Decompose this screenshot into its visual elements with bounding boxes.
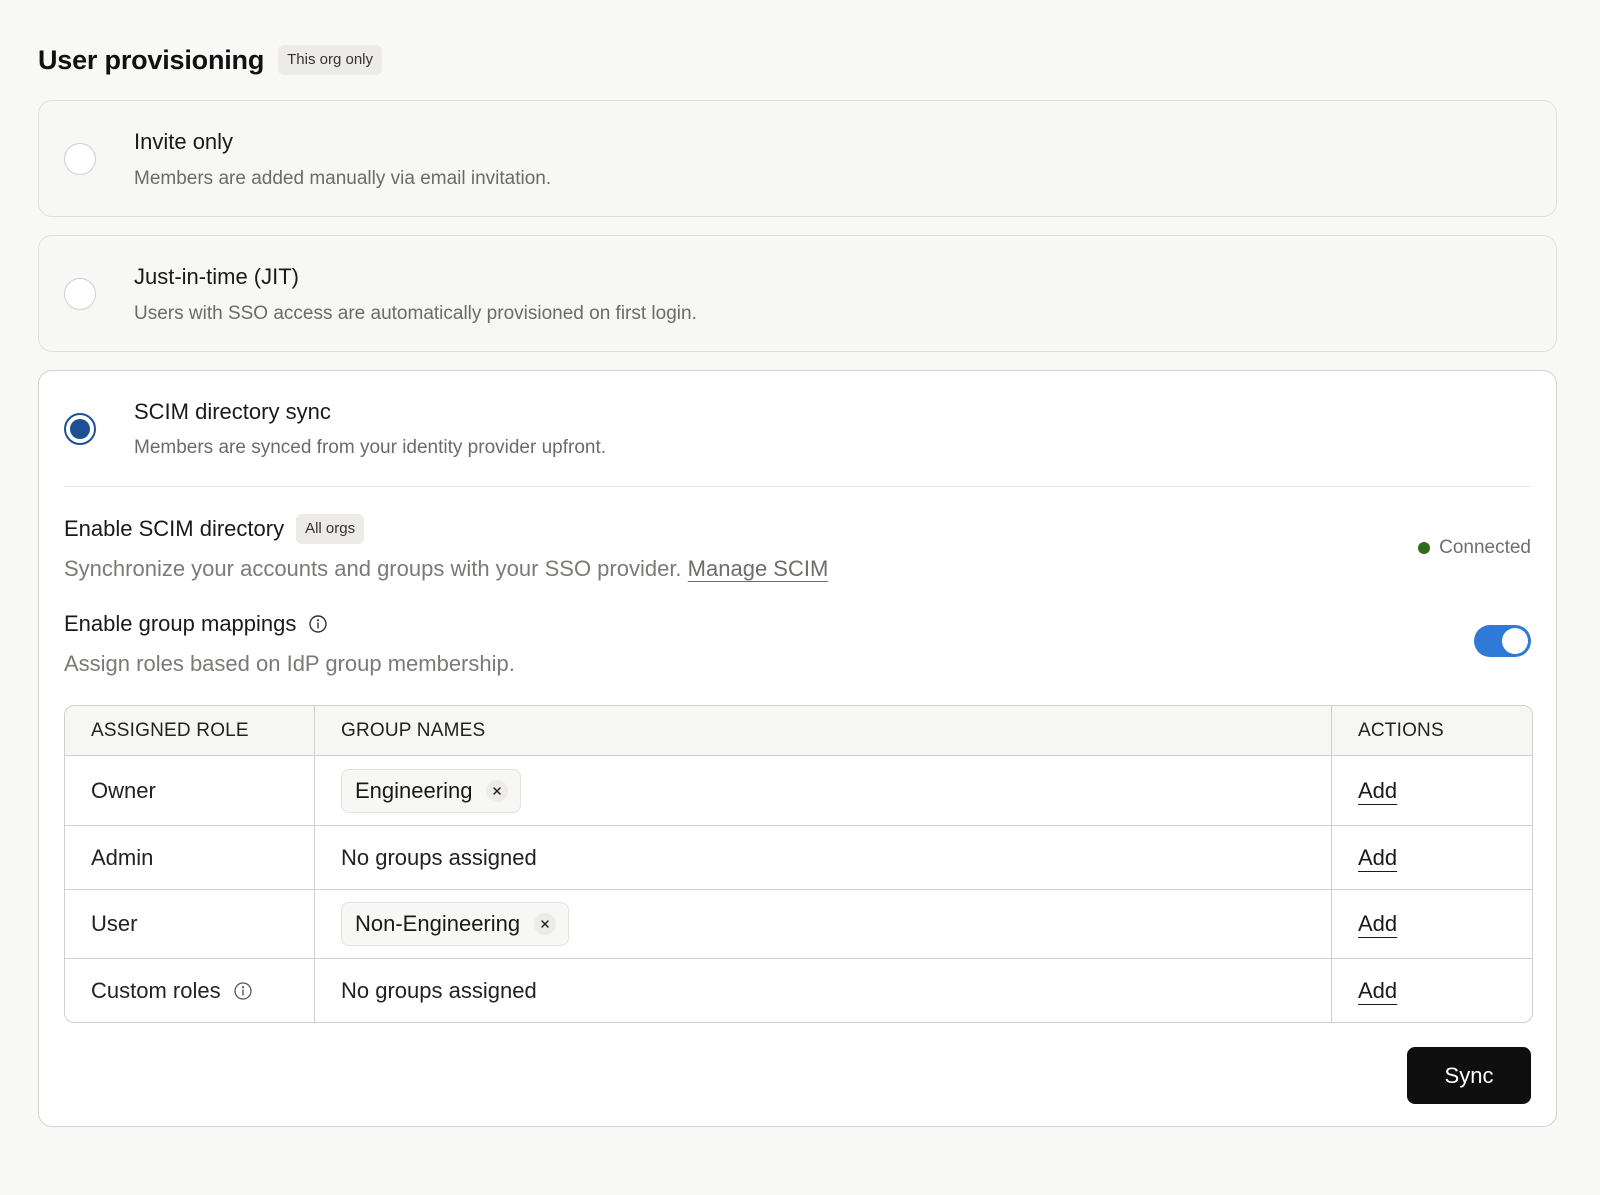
option-description: Users with SSO access are automatically … (134, 303, 697, 324)
manage-scim-link[interactable]: Manage SCIM (688, 556, 829, 581)
radio-invite-only[interactable] (64, 143, 96, 175)
header-group-names: GROUP NAMES (314, 706, 1331, 756)
groups-cell: No groups assigned (314, 826, 1331, 890)
role-label: Custom roles (91, 977, 221, 1003)
option-title: Just-in-time (JIT) (134, 264, 299, 289)
groups-cell: Non-Engineering (314, 890, 1331, 959)
option-jit[interactable]: Just-in-time (JIT) Users with SSO access… (38, 235, 1557, 352)
info-icon[interactable] (308, 614, 328, 634)
add-group-link[interactable]: Add (1358, 778, 1397, 803)
divider (64, 486, 1531, 487)
scim-description-row: Synchronize your accounts and groups wit… (64, 556, 828, 582)
status-dot (1418, 542, 1431, 554)
close-icon[interactable] (534, 913, 557, 935)
table-row: Admin No groups assigned Add (65, 826, 1532, 890)
group-mappings-description: Assign roles based on IdP group membersh… (64, 651, 515, 676)
status-text: Connected (1439, 537, 1531, 558)
role-label-with-info: Custom roles (91, 978, 253, 1004)
option-title: Invite only (134, 129, 234, 154)
actions-cell: Add (1331, 890, 1532, 959)
group-chip-label: Non-Engineering (355, 911, 521, 936)
role-mappings-table: ASSIGNED ROLE GROUP NAMES ACTIONS Owner … (64, 705, 1533, 1023)
sync-button[interactable]: Sync (1407, 1047, 1531, 1104)
table-row: Owner Engineering Add (65, 756, 1532, 826)
option-scim[interactable]: SCIM directory sync Members are synced f… (38, 370, 1557, 1127)
connection-status: Connected (1418, 537, 1531, 559)
info-icon[interactable] (233, 981, 253, 1001)
groups-cell: No groups assigned (314, 959, 1331, 1022)
option-description: Members are synced from your identity pr… (134, 437, 607, 458)
groups-cell: Engineering (314, 756, 1331, 826)
scim-title: Enable SCIM directory (64, 516, 285, 541)
group-chip: Engineering (341, 768, 522, 813)
group-chip-label: Engineering (355, 777, 473, 803)
scim-section-title: Enable SCIM directory All orgs (64, 514, 365, 544)
group-mappings-title-row: Enable group mappings (64, 611, 328, 637)
page-header: User provisioning This org only (38, 40, 383, 80)
role-cell: Admin (65, 826, 314, 890)
role-cell: User (65, 890, 314, 959)
actions-cell: Add (1331, 959, 1532, 1022)
page-title: User provisioning (38, 44, 265, 75)
actions-cell: Add (1331, 826, 1532, 890)
role-cell: Owner (65, 756, 314, 826)
role-cell: Custom roles (65, 959, 314, 1022)
group-mappings-title: Enable group mappings (64, 611, 297, 636)
header-actions: ACTIONS (1331, 706, 1532, 756)
option-title: SCIM directory sync (134, 399, 331, 424)
page: User provisioning This org only Invite o… (0, 0, 1600, 1195)
option-invite-only[interactable]: Invite only Members are added manually v… (38, 100, 1557, 217)
add-group-link[interactable]: Add (1358, 978, 1397, 1003)
actions-cell: Add (1331, 756, 1532, 826)
radio-jit[interactable] (64, 278, 96, 310)
add-group-link[interactable]: Add (1358, 911, 1397, 936)
scim-description: Synchronize your accounts and groups wit… (64, 556, 688, 581)
toggle-knob (1502, 628, 1528, 654)
group-mappings-toggle[interactable] (1474, 625, 1531, 657)
all-orgs-badge: All orgs (296, 514, 365, 544)
table-header-row: ASSIGNED ROLE GROUP NAMES ACTIONS (65, 706, 1532, 756)
add-group-link[interactable]: Add (1358, 845, 1397, 870)
table-row: User Non-Engineering Add (65, 890, 1532, 959)
group-chip: Non-Engineering (341, 902, 570, 946)
scope-badge: This org only (278, 45, 383, 75)
header-assigned-role: ASSIGNED ROLE (65, 706, 314, 756)
table-row: Custom roles No groups assigned Add (65, 959, 1532, 1022)
option-description: Members are added manually via email inv… (134, 168, 552, 189)
radio-scim[interactable] (64, 413, 96, 445)
close-icon[interactable] (486, 779, 509, 802)
